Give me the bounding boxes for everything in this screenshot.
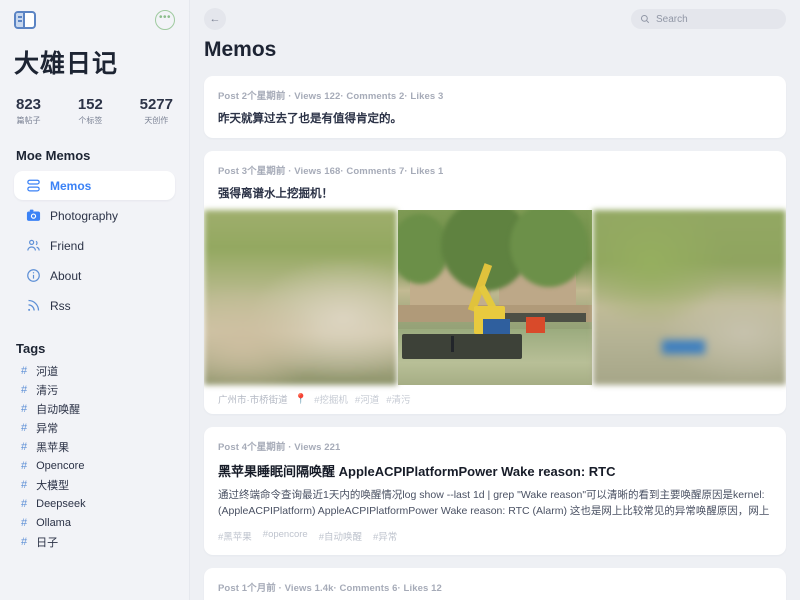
photo-gallery xyxy=(204,210,786,385)
tags-section-title: Tags xyxy=(16,341,46,356)
hash-icon: # xyxy=(21,535,28,548)
memo-tag[interactable]: #河道 xyxy=(355,392,379,406)
app-root: ••• 大雄日记 823 篇帖子 152 个标签 5277 天创作 Moe Me… xyxy=(0,0,800,600)
sidebar-panel-icon[interactable] xyxy=(14,11,36,29)
sidebar-topbar: ••• xyxy=(14,0,175,34)
tag-item[interactable]: # Ollama xyxy=(14,513,175,532)
memo-card[interactable]: Post 2个星期前 · Views 122· Comments 2· Like… xyxy=(204,76,786,138)
tag-label: Deepseek xyxy=(36,497,86,510)
sidebar-item-friend[interactable]: Friend xyxy=(14,231,175,260)
sidebar-item-memos[interactable]: Memos xyxy=(14,171,175,200)
memo-title[interactable]: 黑苹果睡眠间隔唤醒 AppleACPIPlatformPower Wake re… xyxy=(218,461,772,480)
tag-label: 自动唤醒 xyxy=(36,403,81,416)
memo-card[interactable]: Post 3个星期前 · Views 168· Comments 7· Like… xyxy=(204,151,786,414)
arrow-left-icon[interactable]: ← xyxy=(204,8,226,30)
hash-icon: # xyxy=(21,402,28,415)
memo-tags: #黑苹果 #opencore #自动唤醒 #异常 xyxy=(218,529,772,543)
memo-body: 昨天就算过去了也是有值得肯定的。 xyxy=(218,113,402,125)
search-icon xyxy=(640,14,650,24)
photo-thumbnail[interactable] xyxy=(204,210,398,385)
stat-value: 152 xyxy=(77,96,103,113)
sidebar-item-label: Rss xyxy=(50,298,71,313)
site-stats: 823 篇帖子 152 个标签 5277 天创作 xyxy=(14,96,175,126)
hash-icon: # xyxy=(21,421,28,434)
site-title: 大雄日记 xyxy=(14,50,119,78)
tag-label: 异常 xyxy=(36,422,59,435)
memo-tag[interactable]: #清污 xyxy=(386,392,410,406)
sidebar-item-about[interactable]: About xyxy=(14,261,175,290)
stat-label: 篇帖子 xyxy=(16,116,41,125)
page-title: Memos xyxy=(204,38,277,61)
stat-value: 5277 xyxy=(139,96,173,113)
tag-label: 黑苹果 xyxy=(36,441,70,454)
camera-icon xyxy=(26,209,41,221)
tag-item[interactable]: # 清污 xyxy=(14,380,175,399)
sidebar-item-photography[interactable]: Photography xyxy=(14,201,175,230)
ellipsis-icon[interactable]: ••• xyxy=(155,10,175,30)
memo-footer: 广州市·市桥街道 📍 #挖掘机 #河道 #清污 xyxy=(204,392,786,407)
layers-icon xyxy=(27,179,40,192)
sidebar-section-title: Moe Memos xyxy=(16,148,91,163)
tag-label: 清污 xyxy=(36,384,59,397)
stat-label: 个标签 xyxy=(78,116,103,125)
rss-icon xyxy=(28,299,40,311)
hash-icon: # xyxy=(21,516,28,529)
memo-tag[interactable]: #挖掘机 xyxy=(314,392,348,406)
people-icon xyxy=(27,239,40,251)
hash-icon: # xyxy=(21,440,28,453)
stat-label: 天创作 xyxy=(144,116,169,125)
sidebar-item-rss[interactable]: Rss xyxy=(14,291,175,320)
memo-tag[interactable]: #opencore xyxy=(263,529,308,543)
tag-item[interactable]: # 日子 xyxy=(14,532,175,551)
hash-icon: # xyxy=(21,383,28,396)
tag-label: Ollama xyxy=(36,516,71,529)
tag-item[interactable]: # 大模型 xyxy=(14,475,175,494)
memo-meta: Post 4个星期前 · Views 221 xyxy=(218,442,341,453)
main-topbar: ← Search xyxy=(190,0,800,32)
search-placeholder: Search xyxy=(656,13,688,25)
hash-icon: # xyxy=(21,478,28,491)
stat-days: 5277 天创作 xyxy=(140,96,173,126)
tag-item[interactable]: # 异常 xyxy=(14,418,175,437)
sidebar-item-label: Photography xyxy=(50,208,119,223)
memo-card[interactable]: Post 1个月前 · Views 1.4k· Comments 6· Like… xyxy=(204,568,786,600)
photo-thumbnail[interactable] xyxy=(592,210,786,385)
stat-value: 823 xyxy=(16,96,42,113)
stat-tags: 152 个标签 xyxy=(78,96,103,126)
tag-item[interactable]: # 黑苹果 xyxy=(14,437,175,456)
location-label: 广州市·市桥街道 xyxy=(218,395,288,406)
tag-item[interactable]: # Deepseek xyxy=(14,494,175,513)
memo-meta: Post 3个星期前 · Views 168· Comments 7· Like… xyxy=(218,166,444,177)
tag-label: 河道 xyxy=(36,365,59,378)
tag-item[interactable]: # 自动唤醒 xyxy=(14,399,175,418)
tag-item[interactable]: # 河道 xyxy=(14,361,175,380)
memo-excerpt: 通过终端命令查询最近1天内的唤醒情况log show --last 1d | g… xyxy=(218,489,770,518)
search-input[interactable]: Search xyxy=(631,9,786,29)
sidebar-item-label: Friend xyxy=(50,238,85,253)
memo-card[interactable]: Post 4个星期前 · Views 221 黑苹果睡眠间隔唤醒 AppleAC… xyxy=(204,427,786,555)
stat-posts: 823 篇帖子 xyxy=(16,96,41,126)
sidebar-item-label: Memos xyxy=(50,178,92,193)
memo-meta: Post 1个月前 · Views 1.4k· Comments 6· Like… xyxy=(218,583,442,594)
memo-meta: Post 2个星期前 · Views 122· Comments 2· Like… xyxy=(218,91,444,102)
photo-thumbnail[interactable] xyxy=(398,210,592,385)
hash-icon: # xyxy=(21,497,28,510)
memo-tag[interactable]: #自动唤醒 xyxy=(319,529,362,543)
memo-tag[interactable]: #异常 xyxy=(373,529,397,543)
hash-icon: # xyxy=(21,459,28,472)
info-icon xyxy=(27,269,40,282)
tag-item[interactable]: # Opencore xyxy=(14,456,175,475)
tag-label: 日子 xyxy=(36,536,59,549)
sidebar-item-label: About xyxy=(50,268,82,283)
main-content: ← Search Memos Post 2个星期前 · Views 122· C… xyxy=(190,0,800,600)
sidebar: ••• 大雄日记 823 篇帖子 152 个标签 5277 天创作 Moe Me… xyxy=(0,0,190,600)
location-pin-icon: 📍 xyxy=(294,393,308,405)
tag-label: 大模型 xyxy=(36,479,70,492)
hash-icon: # xyxy=(21,364,28,377)
tag-label: Opencore xyxy=(36,459,85,472)
memo-body: 强得离谱水上挖掘机！ xyxy=(218,188,333,200)
memo-feed: Post 2个星期前 · Views 122· Comments 2· Like… xyxy=(190,62,800,600)
memo-tag[interactable]: #黑苹果 xyxy=(218,529,252,543)
